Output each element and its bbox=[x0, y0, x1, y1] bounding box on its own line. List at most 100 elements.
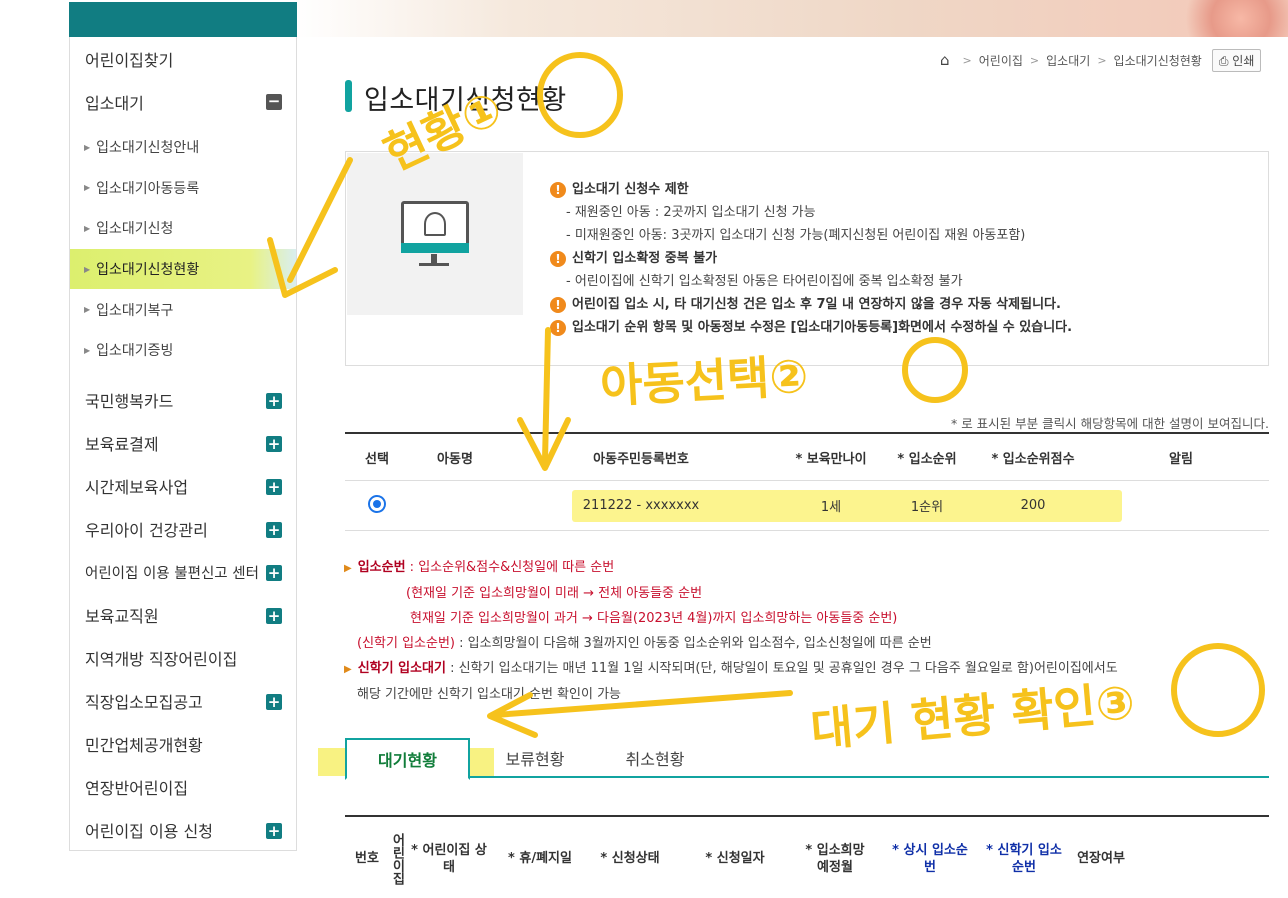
cell-score: 200 bbox=[1020, 498, 1046, 513]
sidebar-item[interactable]: 지역개방 직장어린이집 bbox=[70, 637, 296, 680]
col-request-date[interactable]: * 신청일자 bbox=[690, 817, 780, 898]
sidebar-sub-item[interactable]: ▶ 입소대기신청안내 bbox=[70, 127, 296, 168]
explain-line: ▶ 입소순번 : 입소순위&점수&신청일에 따른 순번 bbox=[344, 560, 615, 575]
cell-age: 1세 bbox=[820, 500, 842, 515]
notes: ! 입소대기 신청수 제한 - 재원중인 아동 : 2곳까지 입소대기 신청 가능… bbox=[550, 178, 1250, 339]
col-alert: 알림 bbox=[1169, 451, 1193, 467]
chevron-right-icon: > bbox=[1097, 53, 1107, 67]
explain-line: ▶ 신학기 입소대기 : 신학기 입소대기는 매년 11월 1일 시작되며(단, … bbox=[344, 661, 1118, 676]
expand-icon[interactable]: + bbox=[266, 693, 282, 710]
monitor-bar bbox=[401, 243, 469, 253]
person-icon bbox=[424, 212, 446, 236]
triangle-icon: ▶ bbox=[84, 142, 91, 152]
note-head: ! 신학기 입소확정 중복 불가 bbox=[550, 247, 1250, 270]
monitor-base bbox=[419, 263, 449, 266]
col-rank[interactable]: * 입소순위 bbox=[881, 448, 973, 467]
note-head: ! 입소대기 신청수 제한 bbox=[550, 178, 1250, 201]
expand-icon[interactable]: + bbox=[266, 822, 282, 839]
sidebar-sub-item[interactable]: ▶ 입소대기복구 bbox=[70, 289, 296, 330]
sidebar-item[interactable]: 연장반어린이집 bbox=[70, 766, 296, 809]
expand-icon[interactable]: + bbox=[266, 607, 282, 624]
select-radio[interactable] bbox=[368, 494, 386, 513]
expand-icon[interactable]: + bbox=[266, 521, 282, 538]
child-table: 선택 아동명 아동주민등록번호 * 보육만나이 * 입소순위 * 입소순위점수 … bbox=[345, 432, 1269, 531]
breadcrumb-item[interactable]: 어린이집 bbox=[979, 52, 1023, 69]
sidebar-sub-item[interactable]: ▶ 입소대기아동등록 bbox=[70, 168, 296, 209]
sidebar-item[interactable]: 보육교직원 + bbox=[70, 594, 296, 637]
table-header: 선택 아동명 아동주민등록번호 * 보육만나이 * 입소순위 * 입소순위점수 … bbox=[345, 434, 1269, 481]
sidebar-item[interactable]: 어린이집 이용 신청 + bbox=[70, 809, 296, 852]
expand-icon[interactable]: + bbox=[266, 564, 282, 581]
cell-select bbox=[345, 494, 409, 517]
info-illustration bbox=[347, 153, 523, 315]
col-regular-rank[interactable]: * 상시 입소순번 bbox=[890, 817, 970, 898]
breadcrumb: ⌂ > 어린이집 > 입소대기 > 입소대기신청현황 ⎙ 인쇄 bbox=[940, 48, 1262, 72]
print-button[interactable]: ⎙ 인쇄 bbox=[1211, 48, 1262, 72]
triangle-icon: ▶ bbox=[84, 223, 91, 233]
sidebar-sub-item[interactable]: ▶ 입소대기신청 bbox=[70, 208, 296, 249]
triangle-icon: ▶ bbox=[84, 305, 91, 315]
sidebar-item[interactable]: 국민행복카드 + bbox=[70, 379, 296, 422]
home-icon[interactable]: ⌂ bbox=[940, 51, 950, 69]
col-age[interactable]: * 보육만나이 bbox=[781, 448, 881, 467]
sidebar-item[interactable]: 보육료결제 + bbox=[70, 422, 296, 465]
explain-line: (현재일 기준 입소희망월이 미래 → 전체 아동들중 순번 bbox=[406, 586, 703, 601]
tab-hold[interactable]: 보류현황 bbox=[485, 738, 585, 778]
warning-icon: ! bbox=[550, 181, 566, 198]
sidebar-item[interactable]: 직장입소모집공고 + bbox=[70, 680, 296, 723]
status-tabs: 대기현황 보류현황 취소현황 bbox=[345, 738, 1269, 780]
expand-icon[interactable]: + bbox=[266, 392, 282, 409]
triangle-icon: ▶ bbox=[84, 183, 91, 193]
triangle-icon: ▶ bbox=[84, 264, 91, 274]
col-request-status[interactable]: * 신청상태 bbox=[590, 817, 670, 898]
col-name: 아동명 bbox=[437, 451, 473, 467]
col-daycare-status[interactable]: * 어린이집 상태 bbox=[411, 817, 487, 898]
chevron-right-icon: > bbox=[1029, 53, 1040, 67]
explanation: ▶ 입소순번 : 입소순위&점수&신청일에 따른 순번 (현재일 기준 입소희망월… bbox=[344, 555, 1274, 707]
sidebar-nav: 어린이집찾기 입소대기 − ▶ 입소대기신청안내 ▶ 입소대기아동등록 ▶ 입소대기신청… bbox=[69, 37, 297, 851]
col-semester-rank[interactable]: * 신학기 입소순번 bbox=[985, 817, 1063, 898]
collapse-icon[interactable]: − bbox=[266, 94, 282, 110]
expand-icon[interactable]: + bbox=[266, 478, 282, 495]
tab-cancel[interactable]: 취소현황 bbox=[605, 738, 705, 778]
breadcrumb-item[interactable]: 입소대기신청현황 bbox=[1114, 52, 1202, 69]
note-sub: - 재원중인 아동 : 2곳까지 입소대기 신청 가능 bbox=[566, 205, 816, 220]
bullet-icon: ▶ bbox=[344, 563, 352, 574]
help-text: * 로 표시된 부분 클릭시 해당항목에 대한 설명이 보여집니다. bbox=[950, 416, 1269, 431]
bullet-icon: ▶ bbox=[344, 664, 352, 675]
result-table: 번호 어린이집 * 어린이집 상태 * 휴/폐지일 * 신청상태 * 신청일자 … bbox=[345, 815, 1269, 898]
cell-rank: 1순위 bbox=[910, 500, 944, 515]
warning-icon: ! bbox=[550, 296, 566, 313]
col-score[interactable]: * 입소순위점수 bbox=[973, 448, 1093, 467]
banner-image bbox=[1170, 0, 1288, 37]
chevron-right-icon: > bbox=[962, 53, 972, 67]
tab-waiting[interactable]: 대기현황 bbox=[345, 738, 470, 780]
sidebar-item-find-daycare[interactable]: 어린이집찾기 bbox=[70, 37, 296, 80]
col-closed-date[interactable]: * 휴/폐지일 bbox=[495, 817, 585, 898]
warning-icon: ! bbox=[550, 319, 566, 336]
sidebar-sub-item-active[interactable]: ▶ 입소대기신청현황 bbox=[70, 248, 296, 290]
col-desired-month[interactable]: * 입소희망 예정월 bbox=[800, 817, 870, 898]
monitor-icon bbox=[401, 201, 469, 253]
explain-line: 현재일 기준 입소희망월이 과거 → 다음월(2023년 4월)까지 입소희망하… bbox=[410, 611, 898, 626]
triangle-icon: ▶ bbox=[84, 345, 91, 355]
note-sub: - 어린이집에 신학기 입소확정된 아동은 타어린이집에 중복 입소확정 불가 bbox=[566, 274, 963, 289]
table-row[interactable]: 211222 - xxxxxxx 1세 1순위 200 bbox=[345, 481, 1269, 531]
printer-icon: ⎙ bbox=[1218, 53, 1233, 68]
sidebar-item[interactable]: 어린이집 이용 불편신고 센터 + bbox=[70, 551, 296, 594]
explain-line: (신학기 입소순번) : 입소희망월이 다음해 3월까지인 아동중 입소순위와 … bbox=[357, 636, 932, 651]
sidebar-item-waitlist[interactable]: 입소대기 − bbox=[70, 80, 296, 123]
expand-icon[interactable]: + bbox=[266, 435, 282, 452]
annotation-text-2: 아동선택② bbox=[598, 348, 810, 414]
sidebar-sub-item[interactable]: ▶ 입소대기증빙 bbox=[70, 330, 296, 371]
info-box: ! 입소대기 신청수 제한 - 재원중인 아동 : 2곳까지 입소대기 신청 가능… bbox=[345, 151, 1269, 366]
title-accent bbox=[345, 80, 352, 112]
breadcrumb-item[interactable]: 입소대기 bbox=[1046, 52, 1090, 69]
note-sub: - 미재원중인 아동: 3곳까지 입소대기 신청 가능(폐지신청된 어린이집 재… bbox=[566, 228, 1026, 243]
page: 어린이집찾기 입소대기 − ▶ 입소대기신청안내 ▶ 입소대기아동등록 ▶ 입소대기신청… bbox=[0, 0, 1288, 898]
sidebar-item[interactable]: 민간업체공개현황 bbox=[70, 723, 296, 766]
top-banner bbox=[0, 0, 1288, 37]
logo-bar[interactable] bbox=[69, 2, 297, 37]
sidebar-item[interactable]: 시간제보육사업 + bbox=[70, 465, 296, 508]
sidebar-item[interactable]: 우리아이 건강관리 + bbox=[70, 508, 296, 551]
